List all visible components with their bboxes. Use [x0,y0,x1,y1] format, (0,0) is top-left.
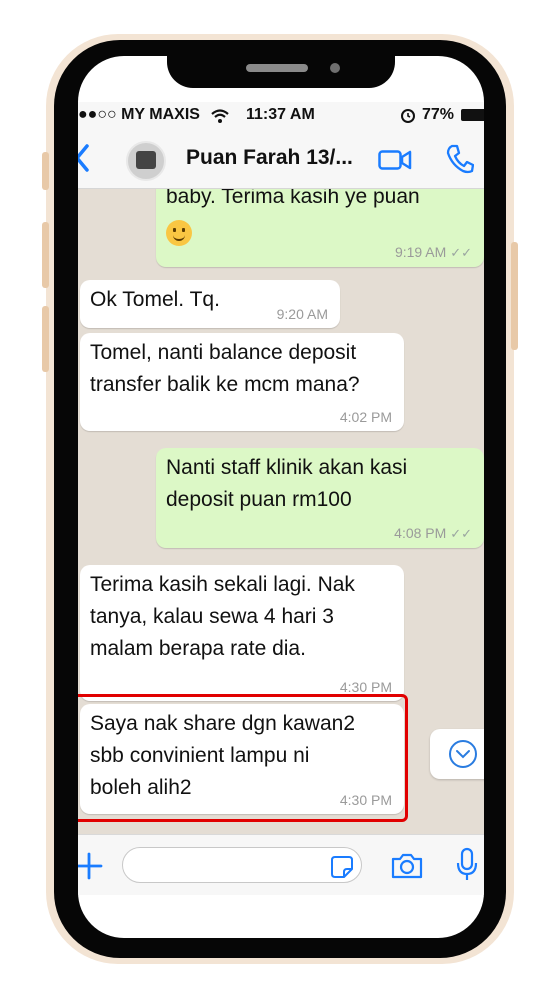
message-input[interactable] [122,847,362,883]
message-time: 9:20 AM [276,306,328,322]
contact-avatar[interactable] [126,141,166,181]
front-camera [330,63,340,73]
scroll-down-icon [449,740,477,768]
message-text: deposit puan rm100 [166,488,352,511]
carrier-label: ●●○○ MY MAXIS [78,106,200,123]
power-button [511,242,518,350]
contact-name[interactable]: Puan Farah 13/... [186,146,353,170]
sticker-icon[interactable] [330,855,354,879]
phone-notch [167,40,395,88]
message-time-text: 4:08 PM [394,525,447,541]
avatar-image [136,151,156,169]
message-text: tanya, kalau sewa 4 hari 3 [90,605,334,628]
highlight-box [78,694,408,822]
message-time: 4:02 PM [339,409,392,425]
message-time-text: 9:19 AM [394,244,447,260]
speaker-grille [246,64,308,72]
message-time: 9:19 AM ✓✓ [395,244,472,261]
message-text: Terima kasih sekali lagi. Nak [90,573,355,596]
read-ticks-icon: ✓✓ [450,245,472,260]
chat-area[interactable]: baby. Terima kasih ye puan 9:19 AM ✓✓ Ok… [78,189,484,834]
message-text: Nanti staff klinik akan kasi [166,456,408,479]
wifi-icon [211,109,229,123]
plus-icon[interactable] [78,851,104,881]
phone-screen: ●●○○ MY MAXIS 11:37 AM 77% Puan Farah 13… [78,56,484,938]
message-bubble-outgoing[interactable]: baby. Terima kasih ye puan 9:19 AM ✓✓ [156,189,484,267]
message-text: baby. Terima kasih ye puan [166,189,420,208]
message-time: 4:08 PM ✓✓ [394,525,472,542]
message-text: transfer balik ke mcm mana? [90,373,360,396]
message-bubble-incoming[interactable]: Terima kasih sekali lagi. Nak tanya, kal… [80,565,404,701]
message-text: Tomel, nanti balance deposit [90,341,357,364]
chat-header: Puan Farah 13/... [78,128,484,189]
message-bubble-outgoing[interactable]: Nanti staff klinik akan kasi deposit pua… [156,448,484,548]
volume-down-button [42,306,49,372]
video-call-icon[interactable] [378,150,412,170]
status-bar: ●●○○ MY MAXIS 11:37 AM 77% [78,102,484,128]
message-time: 4:30 PM [339,679,392,695]
alarm-icon [401,109,415,123]
microphone-icon[interactable] [455,847,479,883]
read-ticks-icon: ✓✓ [450,526,472,541]
camera-icon[interactable] [390,852,424,880]
mute-switch [42,152,49,190]
back-chevron-icon[interactable] [78,144,90,172]
input-bar [78,834,484,895]
smiling-face-emoji [166,220,192,247]
status-time: 11:37 AM [246,106,315,123]
message-text: malam berapa rate dia. [90,637,306,660]
message-bubble-incoming[interactable]: Ok Tomel. Tq. 9:20 AM [80,280,340,328]
volume-up-button [42,222,49,288]
phone-call-icon[interactable] [446,144,474,174]
message-bubble-incoming[interactable]: Tomel, nanti balance deposit transfer ba… [80,333,404,431]
battery-percent: 77% [422,106,455,123]
battery-icon [461,109,484,121]
scroll-to-bottom-button[interactable] [430,729,484,779]
